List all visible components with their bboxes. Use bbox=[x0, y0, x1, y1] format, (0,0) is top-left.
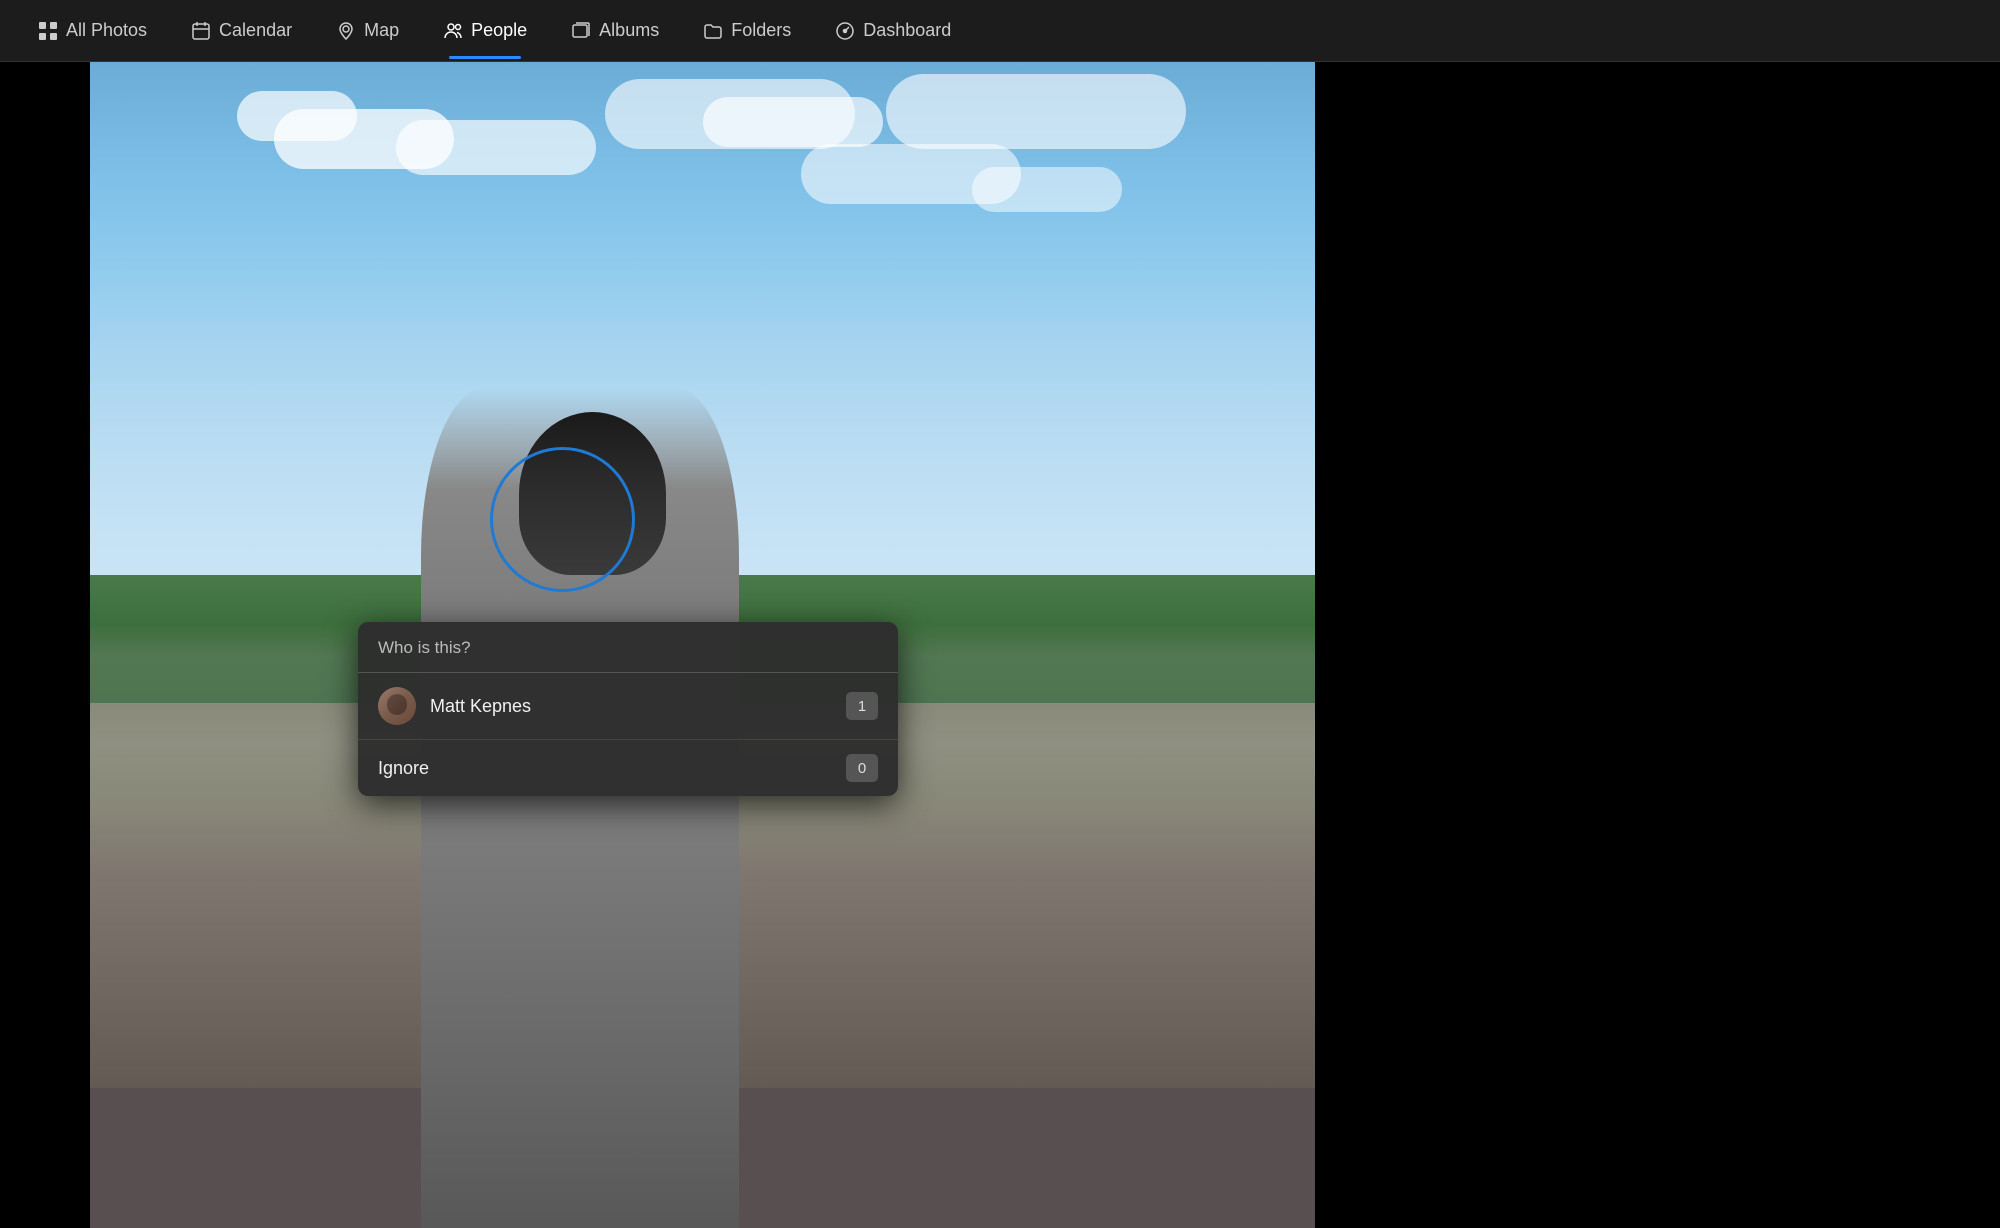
ignore-option[interactable]: Ignore 0 bbox=[358, 740, 898, 796]
person-count-matt: 1 bbox=[846, 692, 878, 720]
nav-item-all-photos[interactable]: All Photos bbox=[20, 14, 165, 47]
cloud-2 bbox=[237, 91, 357, 141]
ignore-count: 0 bbox=[846, 754, 878, 782]
person-suggestion-matt[interactable]: Matt Kepnes 1 bbox=[358, 673, 898, 740]
grid-icon bbox=[38, 21, 58, 41]
people-icon bbox=[443, 21, 463, 41]
map-icon bbox=[336, 21, 356, 41]
who-is-this-popup: Who is this? Matt Kepnes 1 Ignore 0 bbox=[358, 622, 898, 796]
nav-label-map: Map bbox=[364, 20, 399, 41]
cloud-8 bbox=[972, 167, 1122, 212]
person-avatar-matt bbox=[378, 687, 416, 725]
photo-view[interactable]: Who is this? Matt Kepnes 1 Ignore 0 bbox=[90, 62, 1315, 1228]
nav-label-albums: Albums bbox=[599, 20, 659, 41]
cloud-3 bbox=[396, 120, 596, 175]
face-detection-circle bbox=[490, 447, 635, 592]
nav-item-map[interactable]: Map bbox=[318, 14, 417, 47]
nav-item-albums[interactable]: Albums bbox=[553, 14, 677, 47]
nav-item-folders[interactable]: Folders bbox=[685, 14, 809, 47]
nav-label-calendar: Calendar bbox=[219, 20, 292, 41]
nav-item-dashboard[interactable]: Dashboard bbox=[817, 14, 969, 47]
cloud-7 bbox=[886, 74, 1186, 149]
nav-label-people: People bbox=[471, 20, 527, 41]
nav-label-dashboard: Dashboard bbox=[863, 20, 951, 41]
folders-icon bbox=[703, 21, 723, 41]
top-navigation: All Photos Calendar Map bbox=[0, 0, 2000, 62]
nav-label-folders: Folders bbox=[731, 20, 791, 41]
main-content: Who is this? Matt Kepnes 1 Ignore 0 bbox=[0, 62, 2000, 1228]
nav-item-people[interactable]: People bbox=[425, 14, 545, 47]
ignore-label: Ignore bbox=[378, 758, 846, 779]
popup-title: Who is this? bbox=[358, 622, 898, 673]
cloud-5 bbox=[703, 97, 883, 147]
dashboard-icon bbox=[835, 21, 855, 41]
albums-icon bbox=[571, 21, 591, 41]
nav-item-calendar[interactable]: Calendar bbox=[173, 14, 310, 47]
calendar-icon bbox=[191, 21, 211, 41]
person-name-matt: Matt Kepnes bbox=[430, 696, 846, 717]
nav-label-all-photos: All Photos bbox=[66, 20, 147, 41]
